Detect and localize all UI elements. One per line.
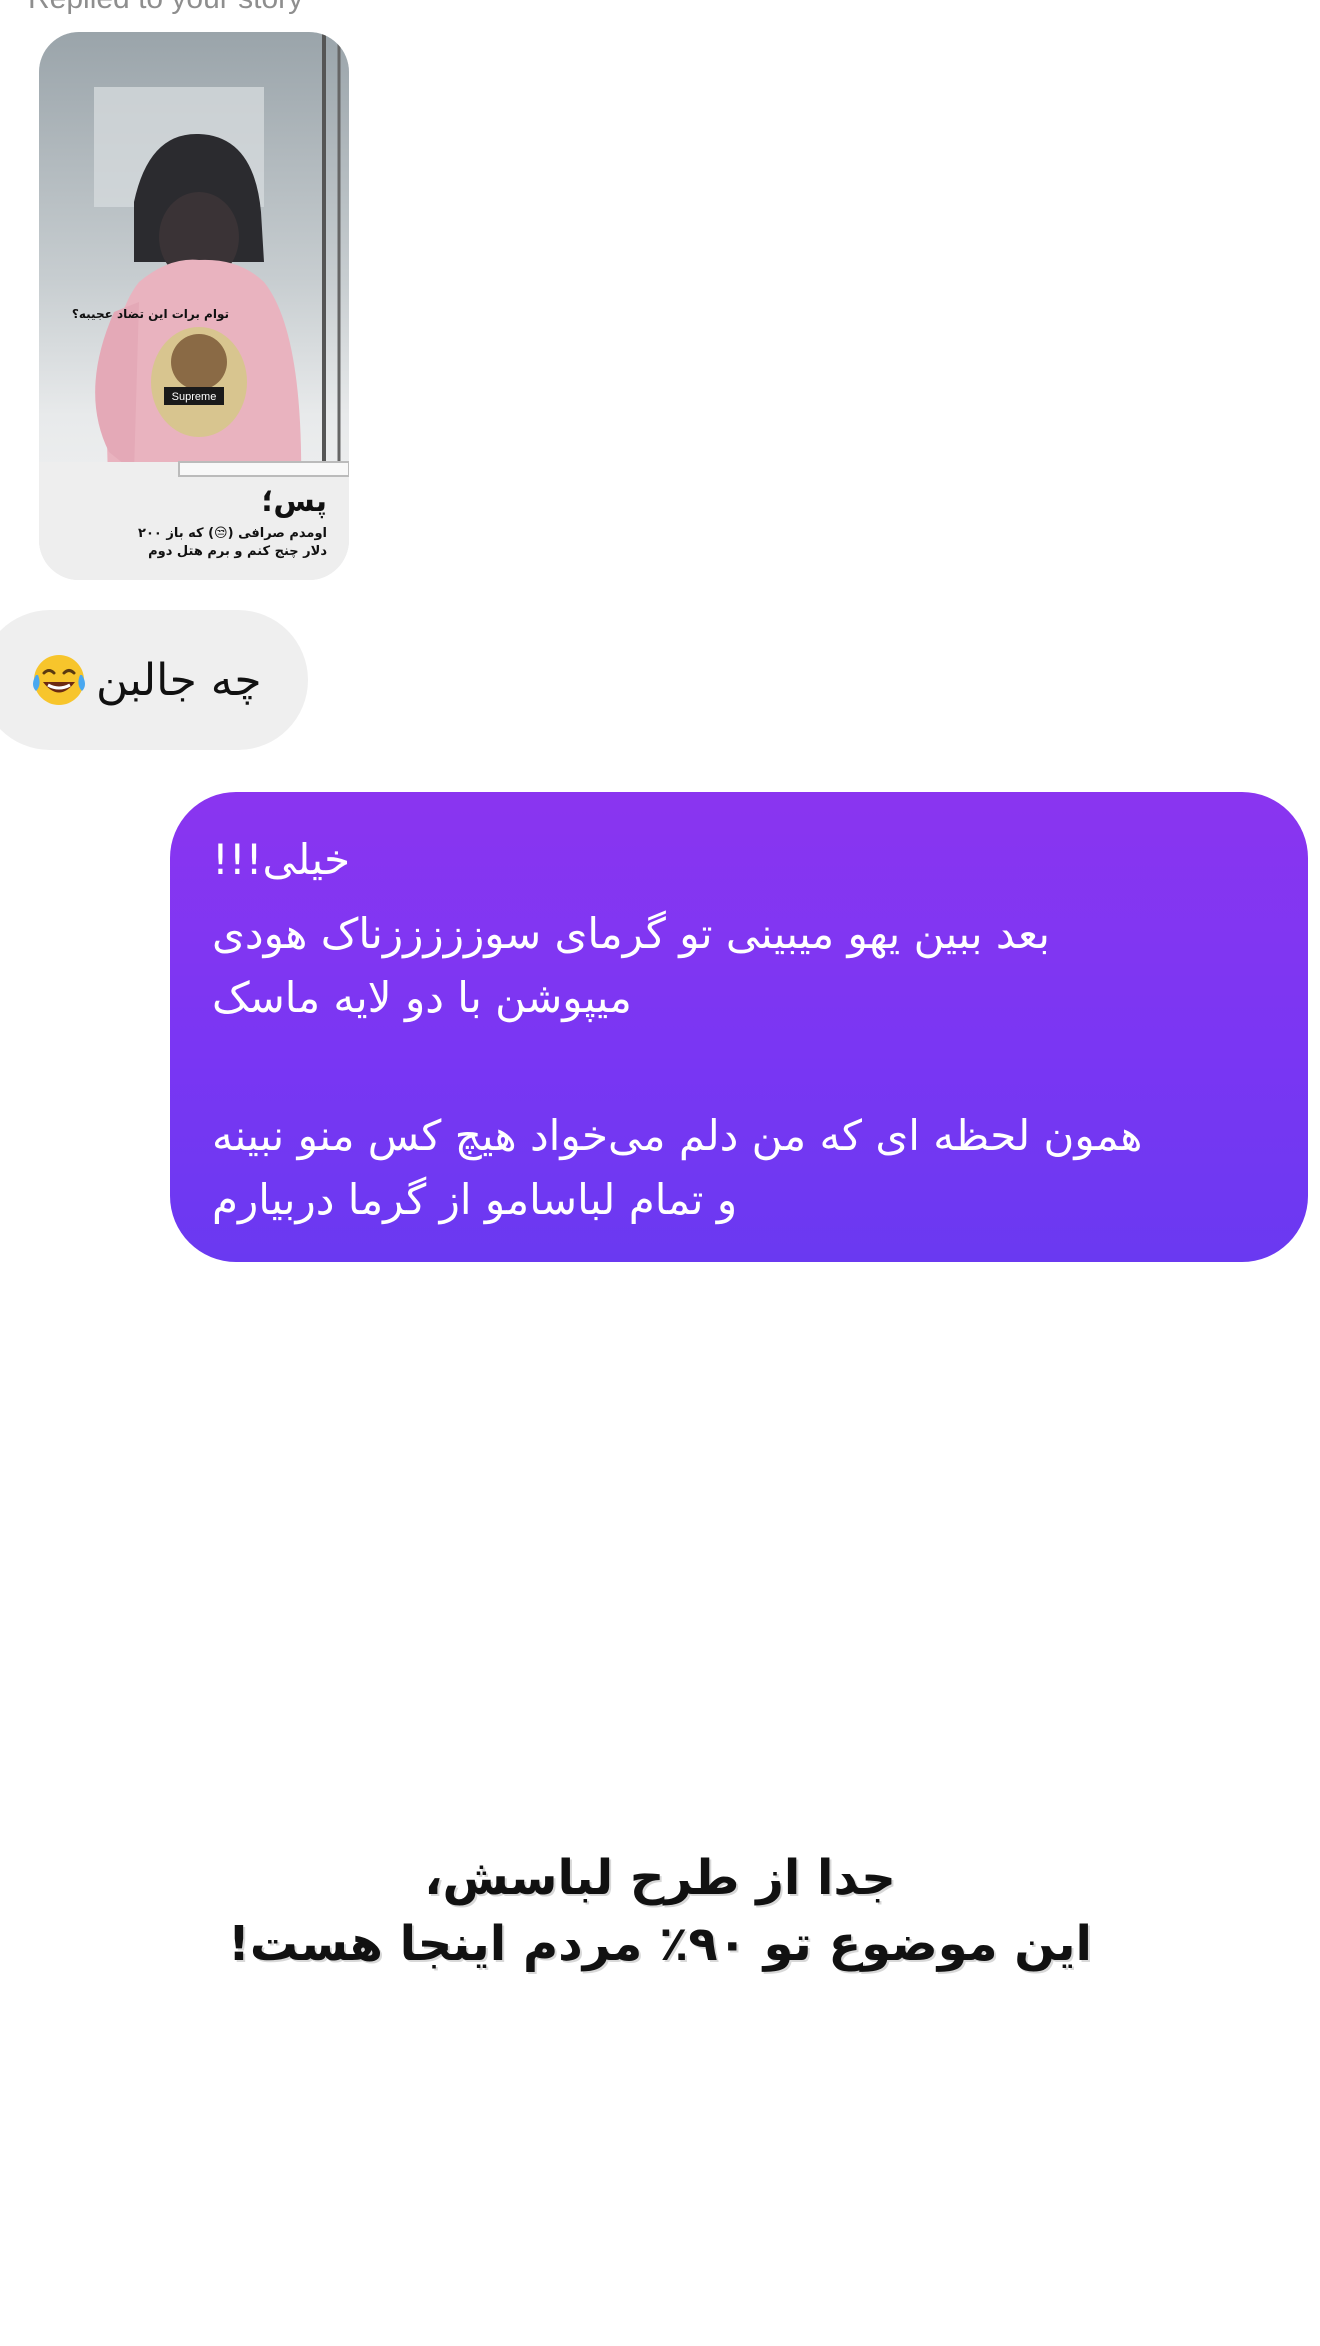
sent-message-line: میپوشن با دو لایه ماسک — [212, 973, 632, 1022]
sent-message-spacer — [212, 1030, 1248, 1104]
sent-message-line: خیلی!!! — [212, 835, 351, 884]
sent-message-bubble[interactable]: خیلی!!! بعد ببین یهو میبینی تو گرمای سوز… — [170, 792, 1308, 1262]
replied-to-story-label: Replied to your story — [28, 0, 303, 16]
received-message-text: چه جالبن — [96, 654, 262, 706]
bottom-caption-line: جدا از طرح لباسش، — [424, 1850, 896, 1906]
story-caption-line: دلار چنج کنم و برم هتل دوم — [148, 544, 327, 559]
hoodie-print — [171, 334, 227, 390]
received-message-bubble[interactable]: چه جالبن — [0, 610, 308, 750]
supreme-text: Supreme — [172, 391, 217, 403]
story-caption-title: پس؛ — [261, 484, 327, 519]
story-reply-thumbnail[interactable]: Supreme توام برات این تضاد عجیبه؟ پس؛ او… — [39, 32, 349, 580]
laughing-tears-emoji-icon — [33, 655, 85, 705]
glass-panel — [178, 461, 349, 477]
counter — [39, 462, 349, 580]
sent-message-line: و تمام لباسامو از گرما دربیارم — [212, 1175, 738, 1224]
sent-message-line: بعد ببین یهو میبینی تو گرمای سوزززززناک … — [212, 909, 1050, 958]
bottom-caption: جدا از طرح لباسش، این موضوع تو ۹۰٪ مردم … — [0, 1845, 1320, 1977]
story-caption-line: اومدم صرافی (😒) که باز ۲۰۰ — [138, 526, 327, 541]
story-overlay-text: توام برات این تضاد عجیبه؟ — [71, 307, 229, 321]
sent-message-line: همون لحظه ای که من دلم می‌خواد هیچ کس من… — [212, 1111, 1143, 1160]
bottom-caption-line: این موضوع تو ۹۰٪ مردم اینجا هست! — [228, 1916, 1092, 1972]
